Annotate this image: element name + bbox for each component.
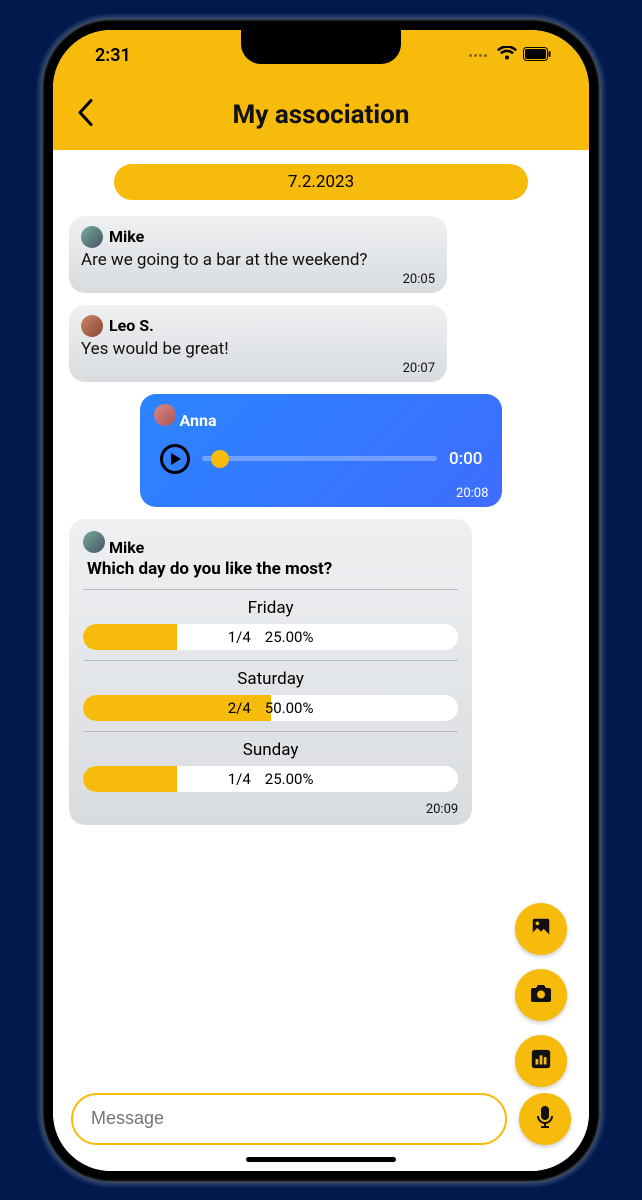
poll-bubble[interactable]: Mike Which day do you like the most? Fri… [69, 519, 472, 825]
poll-count: 1/4 [228, 628, 251, 646]
image-button[interactable] [515, 903, 567, 955]
poll-option[interactable]: Sunday 1/4 25.00% [83, 731, 458, 802]
poll-option[interactable]: Saturday 2/4 50.00% [83, 660, 458, 731]
chat-header: My association [53, 82, 589, 150]
poll-option[interactable]: Friday 1/4 25.00% [83, 589, 458, 660]
message-time: 20:09 [83, 802, 458, 817]
camera-icon [529, 982, 553, 1008]
poll-bar: 1/4 25.00% [83, 766, 458, 792]
avatar [81, 226, 103, 248]
sender-name: Mike [109, 227, 144, 246]
poll-bar: 1/4 25.00% [83, 624, 458, 650]
poll-question: Which day do you like the most? [87, 559, 458, 579]
message-time: 20:05 [81, 272, 435, 287]
poll-option-label: Saturday [83, 669, 458, 689]
poll-percent: 25.00% [265, 770, 314, 788]
mic-button[interactable] [519, 1093, 571, 1145]
poll-fill [83, 624, 177, 650]
sender-name: Mike [109, 538, 144, 557]
poll-percent: 25.00% [265, 628, 314, 646]
wifi-icon [497, 45, 517, 66]
message-time: 20:07 [81, 361, 435, 376]
poll-fill [83, 766, 177, 792]
poll-option-label: Friday [83, 598, 458, 618]
message-bubble[interactable]: Leo S. Yes would be great! 20:07 [69, 305, 447, 382]
date-separator: 7.2.2023 [114, 164, 527, 200]
poll-count: 2/4 [228, 699, 251, 717]
image-icon [530, 916, 552, 942]
audio-slider[interactable] [202, 456, 437, 461]
message-text: Yes would be great! [81, 339, 435, 359]
screen: 2:31 My association 7.2.2023 [53, 30, 589, 1171]
mic-icon [536, 1105, 554, 1133]
message-input[interactable] [71, 1093, 507, 1145]
poll-percent: 50.00% [265, 699, 314, 717]
battery-icon [523, 45, 551, 66]
camera-button[interactable] [515, 969, 567, 1021]
phone-frame: 2:31 My association 7.2.2023 [41, 18, 601, 1183]
audio-duration: 0:00 [449, 449, 482, 469]
status-dots-icon [469, 54, 487, 57]
page-title: My association [233, 100, 410, 130]
poll-option-label: Sunday [83, 740, 458, 760]
poll-button[interactable] [515, 1035, 567, 1087]
sender-name: Anna [180, 411, 217, 430]
avatar [83, 531, 105, 553]
play-icon [171, 453, 181, 465]
sender-name: Leo S. [109, 316, 154, 335]
voice-message-bubble[interactable]: Anna 0:00 20:08 [140, 394, 503, 507]
fab-column [515, 903, 567, 1087]
avatar [154, 404, 176, 426]
poll-count: 1/4 [228, 770, 251, 788]
back-button[interactable] [77, 98, 95, 133]
avatar [81, 315, 103, 337]
status-right [469, 45, 551, 66]
chart-icon [530, 1048, 552, 1074]
message-time: 20:08 [154, 486, 489, 501]
message-bubble[interactable]: Mike Are we going to a bar at the weeken… [69, 216, 447, 293]
play-button[interactable] [160, 444, 190, 474]
message-text: Are we going to a bar at the weekend? [81, 250, 435, 270]
home-indicator [246, 1157, 396, 1162]
slider-thumb[interactable] [211, 450, 229, 468]
notch [241, 30, 401, 64]
chat-scroll[interactable]: 7.2.2023 Mike Are we going to a bar at t… [53, 150, 589, 1083]
status-time: 2:31 [95, 45, 131, 66]
poll-bar: 2/4 50.00% [83, 695, 458, 721]
